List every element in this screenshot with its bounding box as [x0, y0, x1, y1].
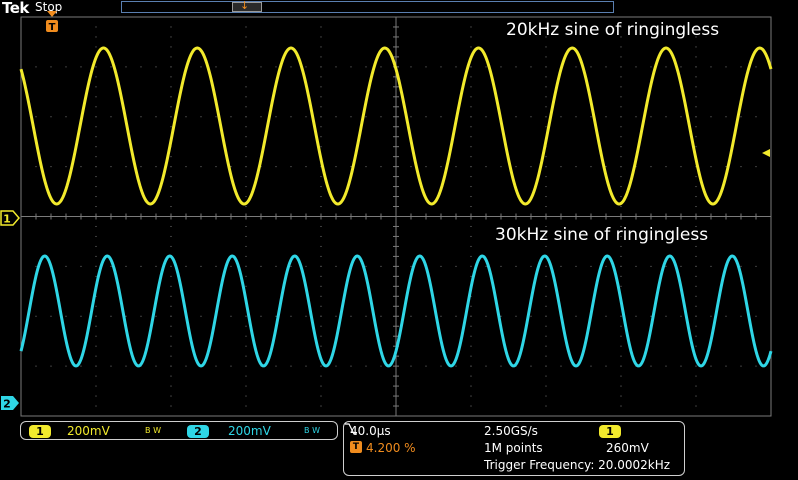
svg-text:1: 1 — [3, 213, 11, 226]
ch2-badge[interactable]: 2 — [187, 425, 209, 438]
svg-text:2: 2 — [3, 398, 11, 411]
trigger-frequency: Trigger Frequency: 20.0002kHz — [484, 458, 671, 472]
trigger-position-small-icon: T — [350, 441, 362, 453]
horizontal-trigger-readout: 40.0µs 2.50GS/s 1 T 4.200 % 1M points 26… — [343, 421, 685, 476]
ch2-annotation: 30kHz sine of ringingless — [495, 225, 709, 245]
ch1-bandwidth-limit-icon: B W — [145, 426, 162, 435]
ch1-annotation: 20kHz sine of ringingless — [506, 20, 720, 40]
time-per-division[interactable]: 40.0µs — [350, 424, 391, 438]
ch2-scale[interactable]: 200mV — [228, 424, 271, 438]
ch2-bandwidth-limit-icon: B W — [304, 426, 321, 435]
ch1-badge[interactable]: 1 — [29, 425, 51, 438]
trigger-position-percent[interactable]: 4.200 % — [366, 441, 416, 455]
ch2-ground-marker-icon[interactable]: 2 — [0, 395, 20, 411]
trigger-level-value[interactable]: 260mV — [606, 441, 649, 455]
trigger-level-arrow-icon[interactable] — [759, 146, 771, 160]
sample-rate: 2.50GS/s — [484, 424, 538, 438]
record-length: 1M points — [484, 441, 543, 455]
ch1-scale[interactable]: 200mV — [67, 424, 110, 438]
channel-readout: 1 200mV B W 2 200mV B W — [20, 421, 338, 440]
ch1-ground-marker-icon[interactable]: 1 — [0, 210, 20, 226]
trigger-source-badge[interactable]: 1 — [599, 425, 621, 438]
